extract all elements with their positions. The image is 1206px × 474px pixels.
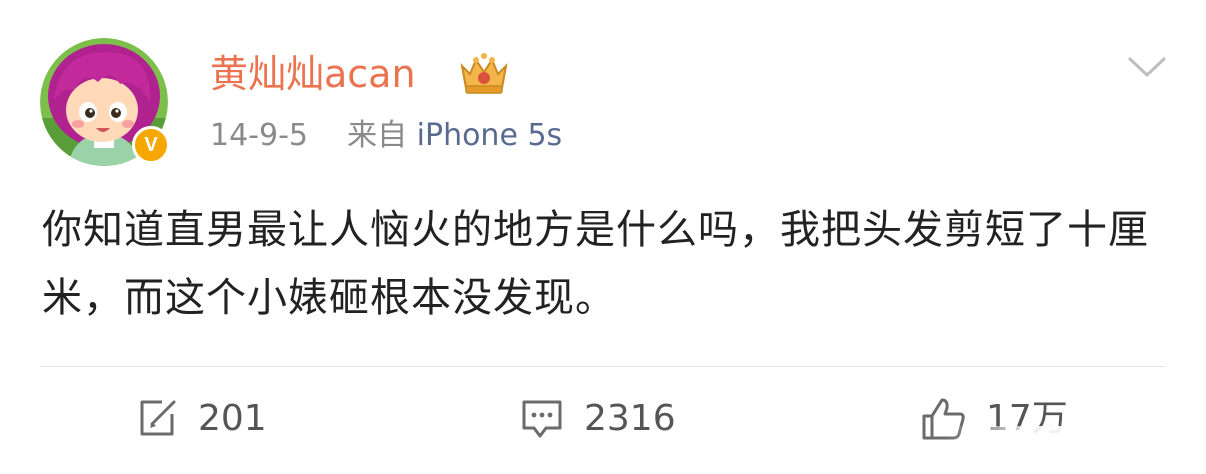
comment-button[interactable]: 2316 (520, 392, 676, 446)
repost-button[interactable]: 201 (136, 392, 267, 446)
verified-v-badge-icon: V (132, 126, 170, 164)
post-meta: 14-9-5 来自 iPhone 5s (210, 116, 562, 156)
weibo-post-card: V 黄灿灿acan 14-9-5 来自 iPhone 5s 你知道直男最让人恼火… (0, 0, 1206, 474)
chevron-down-icon[interactable] (1128, 56, 1166, 78)
comment-icon (522, 400, 562, 438)
post-text: 你知道直男最让人恼火的地方是什么吗，我把头发剪短了十厘米，而这个小婊砸根本没发现… (42, 207, 1149, 321)
repost-count: 201 (198, 398, 267, 439)
author-avatar[interactable]: V (40, 38, 170, 166)
comment-count: 2316 (584, 398, 676, 439)
author-name[interactable]: 黄灿灿acan (210, 50, 416, 98)
divider (40, 366, 1166, 367)
post-date: 14-9-5 (210, 118, 308, 153)
source-link[interactable]: iPhone 5s (417, 118, 563, 153)
repost-icon (140, 400, 176, 436)
watermark-overlay (946, 426, 1206, 474)
source-prefix: 来自 (347, 118, 408, 153)
vip-crown-icon[interactable] (456, 52, 512, 96)
verified-mark: V (144, 134, 158, 156)
